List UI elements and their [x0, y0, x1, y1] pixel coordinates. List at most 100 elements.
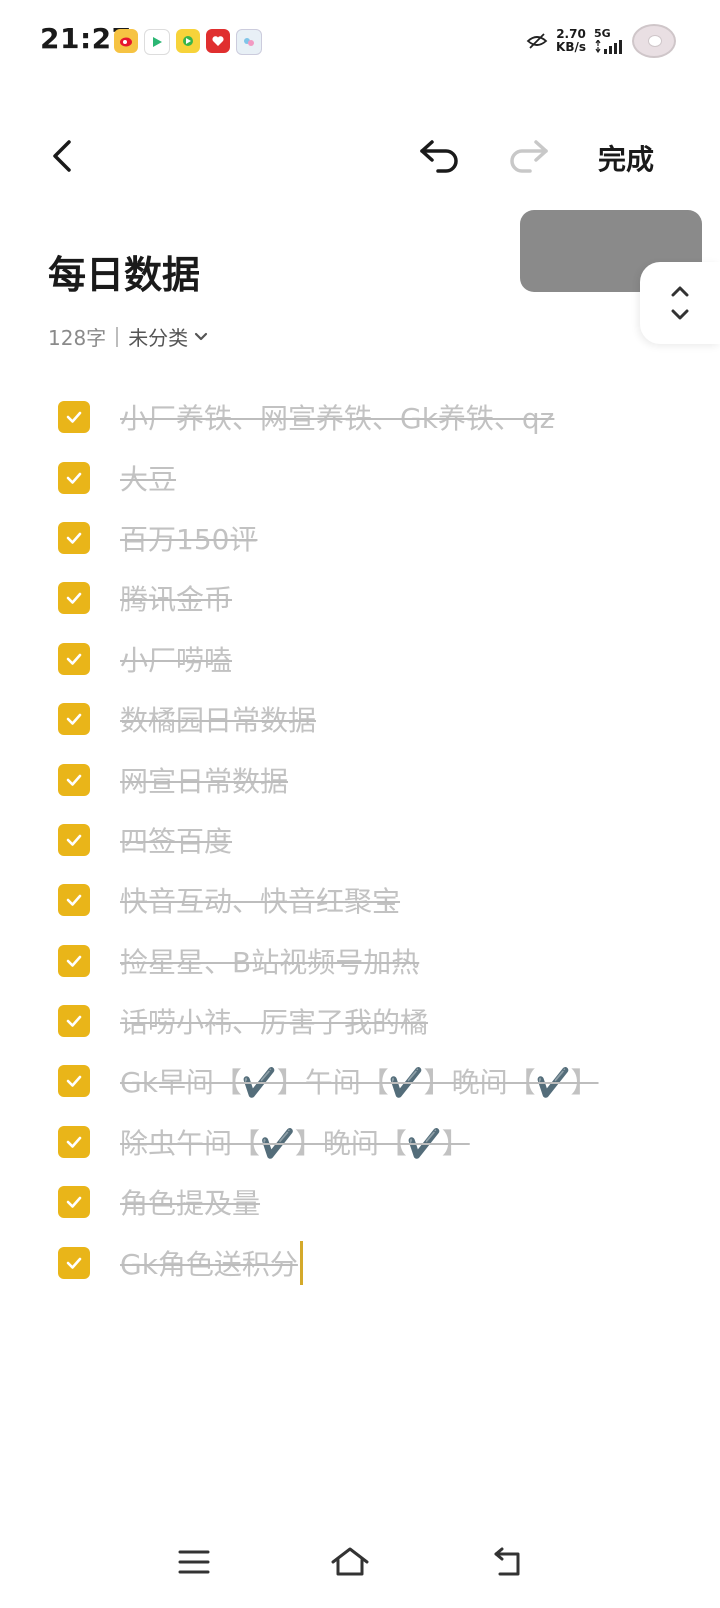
signal-bars-icon	[595, 40, 622, 54]
todo-item[interactable]: 百万150评	[58, 508, 698, 568]
chevron-down-icon[interactable]	[670, 309, 690, 321]
weibo-icon	[114, 29, 138, 53]
note-meta: 128字 未分类	[48, 322, 208, 351]
todo-item[interactable]: Gk早间【✔️】午间【✔️】晚间【✔️】	[58, 1051, 698, 1111]
todo-item[interactable]: 角色提及量	[58, 1172, 698, 1232]
todo-text[interactable]: 快音互动、快音红聚宝	[120, 880, 400, 920]
todo-checkbox[interactable]	[58, 1246, 90, 1279]
todo-checkbox[interactable]	[58, 461, 90, 494]
system-nav-bar	[0, 1518, 720, 1608]
todo-text[interactable]: 话唠小祎、厉害了我的橘	[120, 1001, 428, 1041]
todo-text[interactable]: 大豆	[120, 458, 176, 498]
todo-text[interactable]: 四签百度	[120, 820, 232, 860]
undo-icon	[420, 140, 458, 173]
check-icon	[66, 1076, 82, 1088]
todo-item[interactable]: 除虫午间【✔️】晚间【✔️】	[58, 1112, 698, 1172]
heart-app-icon	[206, 29, 230, 53]
check-icon	[66, 1136, 82, 1148]
check-icon	[66, 834, 82, 846]
todo-item[interactable]: Gk角色送积分	[58, 1232, 698, 1292]
check-icon	[66, 532, 82, 544]
todo-checkbox[interactable]	[58, 884, 90, 917]
todo-text[interactable]: Gk角色送积分	[120, 1243, 298, 1283]
note-title[interactable]: 每日数据	[48, 244, 200, 299]
todo-checkbox[interactable]	[58, 642, 90, 675]
todo-checkbox[interactable]	[58, 703, 90, 736]
editor-toolbar: 完成	[0, 120, 720, 200]
todo-checkbox[interactable]	[58, 1125, 90, 1158]
check-icon	[66, 955, 82, 967]
todo-text[interactable]: 角色提及量	[120, 1182, 260, 1222]
check-icon	[66, 472, 82, 484]
signal-indicator: 5G	[594, 28, 624, 54]
undo-button[interactable]	[418, 134, 462, 178]
todo-checkbox[interactable]	[58, 401, 90, 434]
net-speed: 2.70 KB/s	[556, 28, 586, 54]
eye-off-icon	[526, 33, 548, 49]
net-speed-unit: KB/s	[556, 40, 586, 54]
check-icon	[66, 1196, 82, 1209]
todo-item[interactable]: 数橘园日常数据	[58, 689, 698, 749]
todo-item[interactable]: 捡星星、B站视频号加热	[58, 931, 698, 991]
todo-item[interactable]: 网宣日常数据	[58, 749, 698, 809]
check-icon	[66, 1015, 82, 1027]
todo-checkbox[interactable]	[58, 1065, 90, 1098]
status-indicators: 2.70 KB/s 5G	[526, 24, 676, 58]
check-icon	[66, 1257, 82, 1269]
todo-checkbox[interactable]	[58, 823, 90, 856]
check-icon	[66, 774, 82, 786]
chevron-down-icon	[195, 332, 208, 340]
back-nav-icon	[494, 1547, 520, 1576]
todo-text[interactable]: 除虫午间【✔️】晚间【✔️】	[120, 1122, 470, 1162]
todo-checkbox[interactable]	[58, 1005, 90, 1038]
todo-checkbox[interactable]	[58, 944, 90, 977]
todo-text[interactable]: 腾讯金币	[120, 578, 232, 618]
back-button[interactable]	[42, 136, 82, 176]
todo-list: 小厂养铁、网宣养铁、Gk养铁、qz 大豆百万150评 腾讯金币小厂唠嗑数橘园日常数据…	[58, 387, 698, 1293]
bubble-app-icon	[236, 29, 262, 55]
todo-text[interactable]: 网宣日常数据	[120, 760, 288, 800]
todo-item[interactable]: 小厂唠嗑	[58, 629, 698, 689]
char-count: 128字	[48, 326, 107, 350]
todo-item[interactable]: 腾讯金币	[58, 568, 698, 628]
done-button[interactable]: 完成	[598, 138, 654, 178]
play-icon	[144, 29, 170, 55]
status-bar: 21:27 2.70 KB/s 5G	[0, 0, 720, 84]
todo-checkbox[interactable]	[58, 521, 90, 554]
music-icon	[176, 29, 200, 53]
notification-icons	[114, 29, 262, 55]
category-selector[interactable]: 未分类	[128, 322, 208, 351]
check-icon	[66, 411, 82, 423]
menu-icon	[178, 1550, 210, 1574]
todo-item[interactable]: 快音互动、快音红聚宝	[58, 870, 698, 930]
todo-text[interactable]: 捡星星、B站视频号加热	[120, 941, 419, 981]
todo-text[interactable]: 百万150评	[120, 518, 257, 558]
check-icon	[66, 653, 82, 665]
chevron-up-icon[interactable]	[670, 285, 690, 297]
home-icon	[331, 1547, 369, 1576]
check-icon	[66, 713, 82, 725]
battery-icon	[632, 24, 676, 58]
menu-button[interactable]	[170, 1538, 218, 1586]
redo-button[interactable]	[506, 134, 550, 178]
todo-text[interactable]: Gk早间【✔️】午间【✔️】晚间【✔️】	[120, 1061, 599, 1101]
home-button[interactable]	[326, 1538, 374, 1586]
category-label: 未分类	[128, 326, 189, 350]
todo-text[interactable]: 小厂唠嗑	[120, 639, 232, 679]
todo-item[interactable]: 话唠小祎、厉害了我的橘	[58, 991, 698, 1051]
todo-checkbox[interactable]	[58, 1186, 90, 1219]
todo-text[interactable]: 小厂养铁、网宣养铁、Gk养铁、qz	[120, 397, 554, 437]
todo-text[interactable]: 数橘园日常数据	[120, 699, 316, 739]
check-icon	[66, 593, 82, 605]
text-cursor	[299, 1240, 303, 1285]
chevron-left-icon	[53, 140, 71, 172]
meta-divider	[116, 326, 119, 347]
todo-item[interactable]: 小厂养铁、网宣养铁、Gk养铁、qz	[58, 387, 698, 447]
todo-item[interactable]: 大豆	[58, 447, 698, 507]
check-icon	[66, 895, 82, 907]
todo-checkbox[interactable]	[58, 763, 90, 796]
todo-item[interactable]: 四签百度	[58, 810, 698, 870]
back-nav-button[interactable]	[484, 1538, 532, 1586]
redo-icon	[510, 140, 548, 173]
todo-checkbox[interactable]	[58, 582, 90, 615]
